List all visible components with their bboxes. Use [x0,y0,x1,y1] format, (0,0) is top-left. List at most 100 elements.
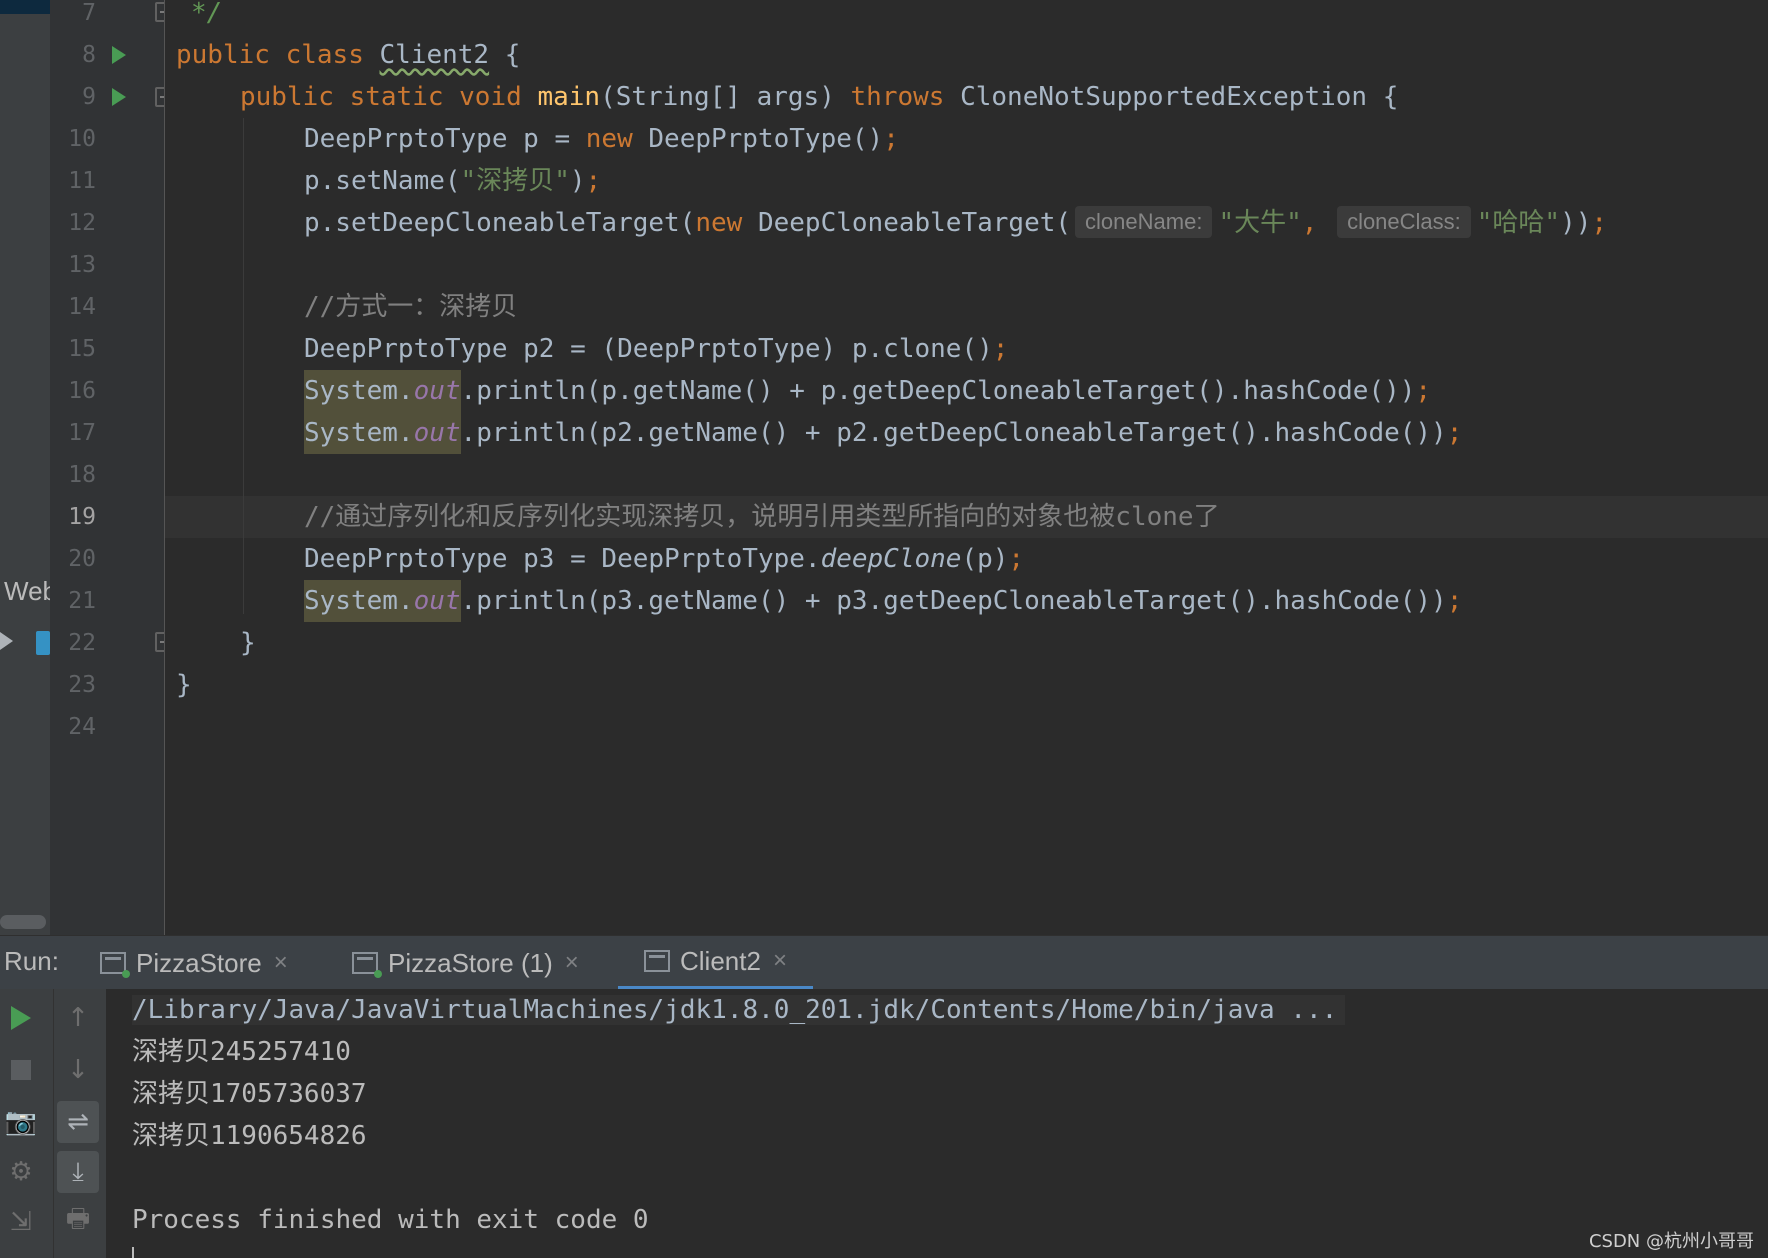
code-token: System. [304,586,414,616]
code-line-7: */ [191,0,223,28]
code-token: )) [1560,208,1592,238]
static-field: out [413,586,461,616]
stop-button[interactable] [0,1049,42,1091]
code-line-21: System.out.println(p3.getName() + p3.get… [304,580,1462,622]
class-name: Client2 [379,40,490,70]
line-number: 12 [68,210,96,236]
close-icon[interactable]: × [773,947,787,975]
code-token: p.setDeepCloneableTarget( [304,208,696,238]
code-editor[interactable]: */ public class Client2 { public static … [165,0,1768,935]
code-token: DeepPrptoType p3 = DeepPrptoType. [304,544,821,574]
run-tab-pizzastore[interactable]: PizzaStore × [100,936,288,990]
run-class-gutter-icon[interactable] [112,46,126,64]
run-tab-client2[interactable]: Client2 × [618,936,813,990]
line-number: 13 [68,252,96,278]
line-number: 17 [68,420,96,446]
console-line: 深拷贝1705736037 [132,1079,367,1109]
stop-icon [11,1060,31,1080]
parameter-hint: cloneClass: [1337,206,1471,238]
tab-label: PizzaStore (1) [388,947,553,978]
run-tool-window-header: Run: PizzaStore × PizzaStore (1) × Clien… [0,935,1768,990]
code-line-11: p.setName("深拷贝"); [304,160,601,202]
line-number: 21 [68,588,96,614]
indent-guide [243,118,244,614]
tab-label: Client2 [680,945,761,976]
keyword: static [349,82,444,112]
expand-arrow-icon[interactable] [0,632,13,650]
code-line-12: p.setDeepCloneableTarget(new DeepCloneab… [304,202,1607,244]
project-panel-strip: Web [0,0,50,935]
code-line-17: System.out.println(p2.getName() + p2.get… [304,412,1462,454]
scroll-to-end-icon[interactable]: ⤓ [57,1151,99,1193]
close-icon[interactable]: × [565,949,579,977]
semicolon: ; [1415,376,1432,406]
semicolon: ; [1008,544,1025,574]
run-tab-pizzastore-1[interactable]: PizzaStore (1) × [352,936,579,990]
code-line-8: public class Client2 { [176,34,520,76]
parameter-hint: cloneName: [1075,206,1213,238]
code-line-10: DeepPrptoType p = new DeepPrptoType(); [304,118,899,160]
console-exit-message: Process finished with exit code 0 [132,1205,649,1235]
line-number: 7 [82,0,96,26]
code-line-9: public static void main(String[] args) t… [240,76,1398,118]
console-caret [132,1247,134,1258]
method-name: main [537,82,601,112]
run-main-gutter-icon[interactable] [112,88,126,106]
print-icon[interactable]: 🖶 [57,1201,99,1243]
line-number: 20 [68,546,96,572]
semicolon: ; [883,124,899,154]
code-token: DeepPrptoType p2 = (DeepPrptoType) p.clo… [304,334,993,364]
semicolon: ; [1446,586,1463,616]
code-token: System. [304,376,414,406]
line-number: 8 [82,42,96,68]
semicolon: ; [1591,208,1608,238]
rerun-button[interactable] [0,997,42,1039]
horizontal-scrollbar[interactable] [0,915,46,929]
run-toolbar: 📷 ⚙ ⇲ ↑ ↓ ⇌ ⤓ 🖶 [0,989,106,1258]
console-line: 深拷贝245257410 [132,1037,351,1067]
code-token: p.setName( [304,166,461,196]
comma: , [1301,208,1318,238]
keyword: public [240,82,334,112]
code-token: CloneNotSupportedException { [944,82,1399,112]
screenshot-button[interactable]: 📷 [0,1101,42,1143]
line-number-current: 19 [68,504,96,530]
console-output[interactable]: /Library/Java/JavaVirtualMachines/jdk1.8… [106,989,1768,1258]
semicolon: ; [1446,418,1463,448]
console-command: /Library/Java/JavaVirtualMachines/jdk1.8… [132,995,1346,1025]
semicolon: ; [585,166,602,196]
module-icon [36,631,50,655]
project-tree-label[interactable]: Web [4,576,50,607]
code-line-23: } [176,670,192,700]
run-config-icon [100,952,130,978]
code-token: DeepCloneableTarget( [742,208,1072,238]
line-number: 10 [68,126,96,152]
static-method: deepClone [820,544,962,574]
toolbar-divider [53,989,54,1258]
run-config-icon [644,950,670,972]
code-line-19: //通过序列化和反序列化实现深拷贝，说明引用类型所指向的对象也被clone了 [304,502,1220,532]
static-field: out [413,418,461,448]
watermark: CSDN @杭州小哥哥 [1588,1231,1754,1252]
exit-icon[interactable]: ⇲ [0,1201,42,1243]
keyword: new [695,208,743,238]
line-number: 22 [68,630,96,656]
string-literal: "深拷贝" [460,166,570,196]
console-line: /Library/Java/JavaVirtualMachines/jdk1.8… [132,989,1346,1031]
code-token: .println(p2.getName() + p2.getDeepClonea… [460,418,1447,448]
code-line-22: } [240,628,256,658]
tab-label: PizzaStore [136,947,262,978]
code-line-15: DeepPrptoType p2 = (DeepPrptoType) p.clo… [304,328,1008,370]
next-occurrence-down-icon[interactable]: ↓ [57,1049,99,1091]
line-number: 15 [68,336,96,362]
code-token: { [489,40,521,70]
close-icon[interactable]: × [274,949,288,977]
line-number: 16 [68,378,96,404]
run-label: Run: [4,946,59,976]
settings-gear-icon[interactable]: ⚙ [0,1151,42,1193]
code-token: System. [304,418,414,448]
line-number: 14 [68,294,96,320]
soft-wrap-icon[interactable]: ⇌ [57,1101,99,1143]
line-number: 11 [68,168,96,194]
previous-occurrence-up-icon[interactable]: ↑ [57,997,99,1039]
